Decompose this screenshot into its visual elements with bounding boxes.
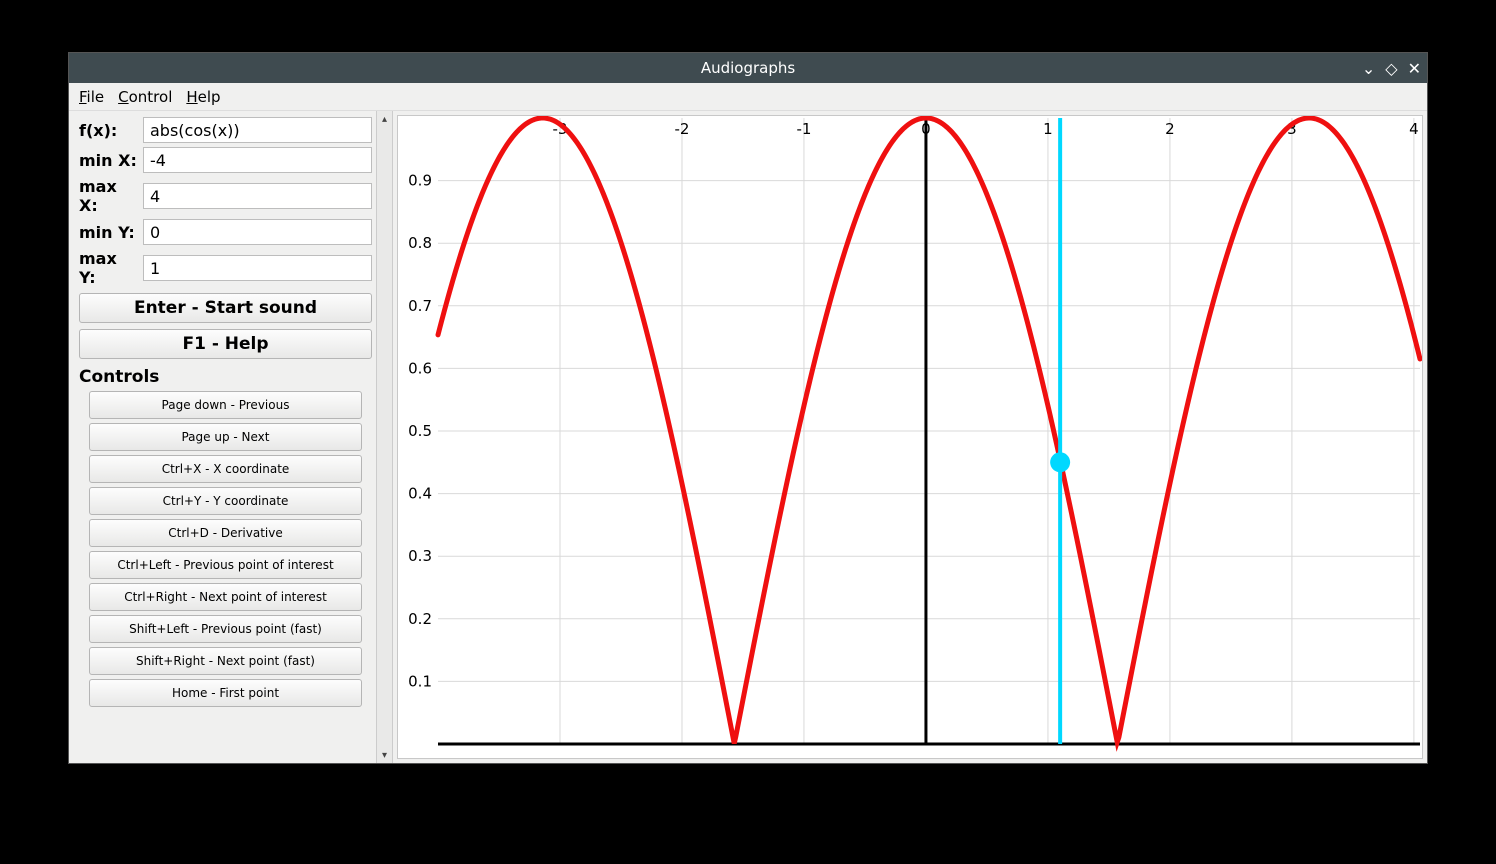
svg-text:1: 1: [1043, 120, 1053, 138]
menu-file[interactable]: File: [79, 88, 104, 106]
body: f(x): min X: max X: min Y: max Y:: [69, 111, 1427, 763]
svg-text:0.3: 0.3: [408, 547, 432, 565]
control-button-5[interactable]: Ctrl+Left - Previous point of interest: [89, 551, 362, 579]
maxx-input[interactable]: [143, 183, 372, 209]
fx-label: f(x):: [79, 121, 137, 140]
maxx-label: max X:: [79, 177, 137, 215]
svg-text:0.5: 0.5: [408, 422, 432, 440]
close-icon[interactable]: ✕: [1408, 59, 1421, 78]
svg-text:2: 2: [1165, 120, 1175, 138]
chart-svg: -3-2-1012340.10.20.30.40.50.60.70.80.9: [398, 116, 1422, 756]
controls-header: Controls: [79, 367, 372, 387]
start-sound-button[interactable]: Enter - Start sound: [79, 293, 372, 323]
scroll-up-icon[interactable]: ▴: [377, 111, 392, 127]
help-button[interactable]: F1 - Help: [79, 329, 372, 359]
maxy-input[interactable]: [143, 255, 372, 281]
menu-help[interactable]: Help: [186, 88, 220, 106]
svg-text:0: 0: [921, 120, 931, 138]
titlebar: Audiographs ⌄ ◇ ✕: [69, 53, 1427, 83]
minx-input[interactable]: [143, 147, 372, 173]
svg-text:-2: -2: [674, 120, 689, 138]
svg-text:0.6: 0.6: [408, 359, 432, 377]
svg-text:0.1: 0.1: [408, 672, 432, 690]
sidebar-container: f(x): min X: max X: min Y: max Y:: [69, 111, 393, 763]
control-button-4[interactable]: Ctrl+D - Derivative: [89, 519, 362, 547]
control-button-7[interactable]: Shift+Left - Previous point (fast): [89, 615, 362, 643]
control-button-6[interactable]: Ctrl+Right - Next point of interest: [89, 583, 362, 611]
minimize-icon[interactable]: ⌄: [1362, 59, 1375, 78]
control-button-9[interactable]: Home - First point: [89, 679, 362, 707]
menu-control[interactable]: Control: [118, 88, 172, 106]
miny-input[interactable]: [143, 219, 372, 245]
maximize-icon[interactable]: ◇: [1385, 59, 1397, 78]
control-button-1[interactable]: Page up - Next: [89, 423, 362, 451]
controls-list: Page down - Previous Page up - Next Ctrl+X…: [79, 391, 372, 707]
menubar: File Control Help: [69, 83, 1427, 111]
sidebar-scrollbar[interactable]: ▴ ▾: [376, 111, 392, 763]
svg-text:0.8: 0.8: [408, 234, 432, 252]
app-window: Audiographs ⌄ ◇ ✕ File Control Help f(x)…: [68, 52, 1428, 764]
maxy-label: max Y:: [79, 249, 137, 287]
miny-label: min Y:: [79, 223, 137, 242]
svg-text:-1: -1: [796, 120, 811, 138]
scroll-down-icon[interactable]: ▾: [377, 747, 392, 763]
fx-input[interactable]: [143, 117, 372, 143]
minx-label: min X:: [79, 151, 137, 170]
svg-text:0.7: 0.7: [408, 297, 432, 315]
svg-text:4: 4: [1409, 120, 1419, 138]
window-controls: ⌄ ◇ ✕: [1362, 53, 1421, 83]
control-button-2[interactable]: Ctrl+X - X coordinate: [89, 455, 362, 483]
svg-text:0.4: 0.4: [408, 485, 432, 503]
sidebar: f(x): min X: max X: min Y: max Y:: [69, 111, 376, 763]
control-button-3[interactable]: Ctrl+Y - Y coordinate: [89, 487, 362, 515]
svg-text:0.2: 0.2: [408, 610, 432, 628]
window-title: Audiographs: [701, 59, 795, 77]
control-button-0[interactable]: Page down - Previous: [89, 391, 362, 419]
svg-text:0.9: 0.9: [408, 172, 432, 190]
chart-area[interactable]: -3-2-1012340.10.20.30.40.50.60.70.80.9: [397, 115, 1423, 759]
control-button-8[interactable]: Shift+Right - Next point (fast): [89, 647, 362, 675]
